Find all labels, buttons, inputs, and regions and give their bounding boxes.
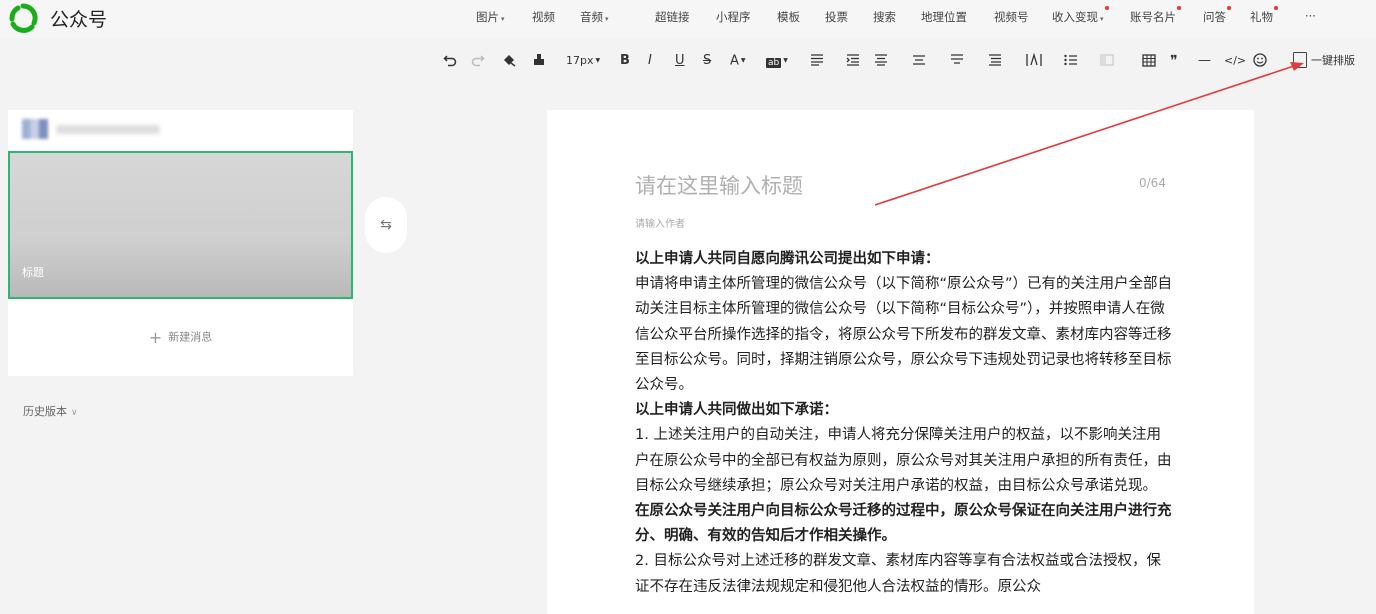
letter-spacing-icon[interactable] — [1026, 53, 1042, 67]
article-body[interactable]: 以上申请人共同自愿向腾讯公司提出如下申请： 申请将申请主体所管理的微信公众号（以下… — [635, 247, 1175, 600]
border-icon[interactable] — [1100, 54, 1114, 66]
line-height-icon[interactable] — [950, 54, 964, 66]
body-paragraph: 以上申请人共同自愿向腾讯公司提出如下申请： — [635, 251, 940, 267]
clear-format-icon[interactable] — [502, 53, 516, 67]
author-input[interactable]: 请输入作者 — [635, 215, 685, 230]
caret-down-icon: ▾ — [1100, 15, 1104, 23]
article-title-label: 标题 — [22, 266, 44, 279]
font-color-button[interactable]: A ▼ — [730, 52, 746, 71]
align-left-icon[interactable] — [810, 54, 824, 66]
insert-menu-item[interactable]: 搜索 — [873, 9, 896, 25]
body-paragraph: 申请将申请主体所管理的微信公众号（以下简称“原公众号”）已有的关注用户全部自动关… — [635, 276, 1173, 394]
bold-button[interactable]: B — [620, 52, 630, 70]
body-paragraph: 1. 上述关注用户的自动关注，申请人将充分保障关注用户的权益，以不影响关注用户在… — [635, 427, 1172, 494]
account-name-blurred — [56, 125, 160, 134]
bg-color-label: ab — [766, 57, 782, 68]
caret-down-icon: ▼ — [740, 57, 746, 64]
indent-icon[interactable] — [846, 54, 860, 66]
body-paragraph: 以上申请人共同做出如下承诺： — [635, 402, 838, 419]
body-paragraph: 在原公众号关注用户向目标公众号迁移的过程中，原公众号保证在向关注用户进行充分、明… — [635, 503, 1172, 545]
one-key-layout-button[interactable]: 一键排版 — [1293, 52, 1355, 68]
insert-menu-item-label: 礼物 — [1250, 10, 1273, 24]
top-bar: 公众号 图片 ▾ 视频 音频 ▾ 超链接 小程序 模板 投票 搜索 地理位置 视频号 收入变现 ▾ 账号名片… — [0, 0, 1376, 38]
insert-menu-item[interactable]: 投票 — [825, 9, 848, 25]
caret-down-icon: ▼ — [595, 57, 601, 64]
history-version-dropdown[interactable]: 历史版本 ∨ — [23, 403, 78, 419]
insert-menu-item[interactable]: 音频 ▾ — [580, 9, 609, 25]
insert-menu-item-label: ··· — [1305, 9, 1316, 23]
caret-down-icon: ▾ — [605, 15, 609, 23]
plus-icon: + — [148, 328, 163, 347]
insert-menu-item-label: 问答 — [1203, 10, 1226, 24]
insert-menu-item-label: 账号名片 — [1130, 10, 1176, 24]
insert-menu-item[interactable]: 小程序 — [716, 9, 751, 25]
spacing-icon[interactable] — [988, 54, 1002, 66]
caret-down-icon: ▼ — [783, 57, 788, 64]
insert-menu-item-label: 视频 — [532, 10, 555, 24]
history-version-label: 历史版本 — [23, 405, 67, 418]
insert-menu-item[interactable]: 问答 — [1203, 6, 1231, 25]
insert-menu-item[interactable]: 超链接 — [655, 9, 690, 25]
undo-icon[interactable] — [443, 53, 457, 67]
insert-menu-item[interactable]: 图片 ▾ — [476, 9, 505, 25]
insert-menu-item-label: 小程序 — [716, 10, 751, 24]
insert-menu-item[interactable]: 模板 — [777, 9, 800, 25]
underline-button[interactable]: U — [675, 52, 685, 70]
strikethrough-button[interactable]: S — [703, 52, 711, 70]
insert-menu-item-label: 模板 — [777, 10, 800, 24]
app-title: 公众号 — [50, 9, 108, 31]
list-icon[interactable] — [1064, 54, 1078, 66]
one-key-layout-label: 一键排版 — [1311, 54, 1355, 67]
code-button[interactable]: </> — [1224, 52, 1246, 70]
insert-menu-item[interactable]: 礼物 — [1250, 6, 1278, 25]
notification-dot — [1177, 6, 1181, 10]
notification-dot — [1104, 6, 1109, 10]
editor-page: 请在这里输入标题 0/64 请输入作者 以上申请人共同自愿向腾讯公司提出如下申请… — [547, 110, 1254, 614]
wechat-mp-logo-icon — [9, 3, 38, 33]
insert-menu-item-label: 收入变现 — [1052, 10, 1098, 24]
notification-dot — [1274, 6, 1278, 10]
article-list-card: 标题 + 新建消息 — [8, 110, 353, 376]
new-message-button[interactable]: + 新建消息 — [8, 328, 353, 347]
swap-arrows-icon: ⇆ — [380, 217, 392, 233]
insert-menu-item-label: 投票 — [825, 10, 848, 24]
font-size-select[interactable]: 17px ▼ — [566, 52, 600, 70]
account-avatar — [22, 119, 48, 139]
caret-down-icon: ▾ — [501, 15, 505, 23]
format-painter-icon[interactable] — [532, 53, 546, 67]
insert-menu-item-label: 视频号 — [994, 10, 1029, 24]
insert-menu-item[interactable]: 地理位置 — [921, 9, 967, 25]
layout-icon — [1293, 52, 1307, 68]
align-center-icon[interactable] — [874, 54, 888, 66]
bg-color-button[interactable]: ab ▼ — [766, 52, 788, 72]
insert-menu-item-label: 超链接 — [655, 10, 690, 24]
article-item-selected[interactable]: 标题 — [8, 151, 353, 299]
divider-button[interactable]: — — [1198, 52, 1211, 70]
insert-menu-item[interactable]: 收入变现 ▾ — [1052, 6, 1109, 25]
font-color-label: A — [730, 53, 739, 69]
insert-menu-item[interactable]: 视频号 — [994, 9, 1029, 25]
title-input[interactable]: 请在这里输入标题 — [635, 170, 803, 200]
insert-menu-item[interactable]: 视频 — [532, 9, 555, 25]
insert-menu-item[interactable]: 账号名片 — [1130, 6, 1181, 25]
swap-button[interactable]: ⇆ — [365, 197, 407, 253]
insert-menu-item-label: 音频 — [580, 10, 603, 24]
table-icon[interactable] — [1142, 54, 1156, 67]
emoji-icon[interactable] — [1253, 53, 1267, 67]
chevron-down-icon: ∨ — [71, 408, 78, 418]
font-size-value: 17px — [566, 54, 594, 67]
insert-menu-item-label: 搜索 — [873, 10, 896, 24]
insert-menu-item[interactable]: ··· — [1305, 9, 1316, 23]
new-message-label: 新建消息 — [168, 330, 213, 344]
title-char-counter: 0/64 — [1139, 176, 1166, 190]
insert-menu-item-label: 图片 — [476, 10, 499, 24]
redo-icon[interactable] — [471, 53, 485, 67]
notification-dot — [1227, 6, 1231, 10]
insert-menu-item-label: 地理位置 — [921, 10, 967, 24]
quote-button[interactable]: ❞ — [1170, 52, 1178, 70]
italic-button[interactable]: I — [648, 52, 652, 70]
body-paragraph: 2. 目标公众号对上述迁移的群发文章、素材库内容等享有合法权益或合法授权，保证不… — [635, 553, 1161, 595]
paragraph-spacing-icon[interactable] — [912, 54, 926, 66]
